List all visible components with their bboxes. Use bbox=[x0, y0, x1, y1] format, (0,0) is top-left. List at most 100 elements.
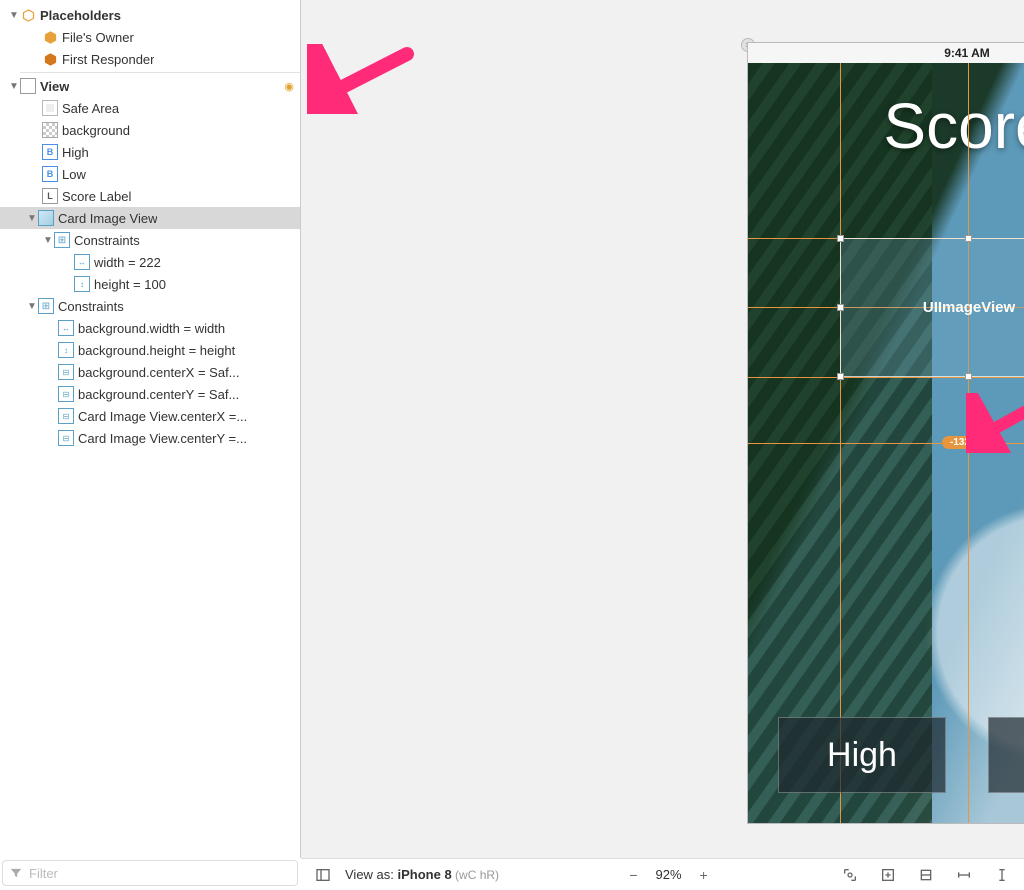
annotation-arrow-icon bbox=[966, 393, 1024, 453]
item-label: background bbox=[62, 123, 130, 138]
resize-handle[interactable] bbox=[837, 235, 844, 242]
disclosure-triangle-icon[interactable]: ▼ bbox=[8, 10, 20, 21]
files-owner-item[interactable]: File's Owner bbox=[0, 26, 300, 48]
canvas-area[interactable]: × 9:41 AM Score bbox=[301, 0, 1024, 858]
placeholders-label: Placeholders bbox=[40, 8, 121, 23]
warning-badge-icon[interactable]: ◉ bbox=[284, 80, 294, 93]
constraint-item[interactable]: ⊟ background.centerY = Saf... bbox=[0, 383, 300, 405]
disclosure-triangle-icon[interactable]: ▼ bbox=[42, 235, 54, 246]
cube-icon bbox=[42, 29, 58, 45]
imageview-icon bbox=[38, 210, 54, 226]
alignment-guide bbox=[748, 377, 1024, 378]
filter-icon bbox=[9, 866, 23, 880]
constraint-item[interactable]: ⊟ Card Image View.centerX =... bbox=[0, 405, 300, 427]
low-button-item[interactable]: B Low bbox=[0, 163, 300, 185]
placeholders-heading[interactable]: ▼ Placeholders bbox=[0, 4, 300, 26]
button-icon: B bbox=[42, 166, 58, 182]
constraints-icon: ⊞ bbox=[54, 232, 70, 248]
item-label: Card Image View.centerX =... bbox=[78, 409, 247, 424]
constraint-item[interactable]: ↔ background.width = width bbox=[0, 317, 300, 339]
align-icon[interactable] bbox=[914, 865, 938, 885]
outline-filter-bar[interactable] bbox=[2, 860, 298, 886]
item-label: height = 100 bbox=[94, 277, 166, 292]
item-label: background.centerY = Saf... bbox=[78, 387, 239, 402]
label-icon: L bbox=[42, 188, 58, 204]
high-button-item[interactable]: B High bbox=[0, 141, 300, 163]
resize-handle[interactable] bbox=[837, 304, 844, 311]
item-label: File's Owner bbox=[62, 30, 134, 45]
imageview-icon bbox=[42, 122, 58, 138]
first-responder-item[interactable]: First Responder bbox=[0, 48, 300, 70]
zoom-percentage[interactable]: 92% bbox=[656, 867, 682, 882]
document-outline-sidebar: ▼ Placeholders File's Owner First Respon… bbox=[0, 0, 301, 858]
constraint-item[interactable]: ⊟ background.centerX = Saf... bbox=[0, 361, 300, 383]
resolve-issues-icon[interactable] bbox=[990, 865, 1014, 885]
card-image-view[interactable]: UIImageView bbox=[840, 238, 1024, 377]
item-label: Constraints bbox=[58, 299, 124, 314]
safe-area-icon bbox=[42, 100, 58, 116]
constraint-item[interactable]: ⊟ Card Image View.centerY =... bbox=[0, 427, 300, 449]
item-label: Low bbox=[62, 167, 86, 182]
zoom-in-button[interactable]: + bbox=[696, 865, 712, 885]
view-as-sizeclass: (wC hR) bbox=[452, 868, 499, 882]
item-label: Card Image View bbox=[58, 211, 157, 226]
phone-canvas[interactable]: 9:41 AM Score UIImageView bbox=[747, 42, 1024, 824]
item-label: Score Label bbox=[62, 189, 131, 204]
disclosure-triangle-icon[interactable]: ▼ bbox=[26, 213, 38, 224]
cube-icon bbox=[42, 51, 58, 67]
card-constraints-group[interactable]: ▼ ⊞ Constraints bbox=[0, 229, 300, 251]
view-root-item[interactable]: ▼ View ◉ bbox=[0, 75, 300, 97]
resize-handle[interactable] bbox=[965, 373, 972, 380]
constraint-height-icon: ↕ bbox=[58, 342, 74, 358]
canvas-tools bbox=[838, 865, 1014, 885]
high-button[interactable]: High bbox=[778, 717, 946, 793]
constraint-height-item[interactable]: ↕ height = 100 bbox=[0, 273, 300, 295]
item-label: Constraints bbox=[74, 233, 140, 248]
resize-handle[interactable] bbox=[837, 373, 844, 380]
constraint-item[interactable]: ↕ background.height = height bbox=[0, 339, 300, 361]
divider bbox=[20, 72, 300, 73]
constraints-icon: ⊞ bbox=[38, 298, 54, 314]
item-label: Card Image View.centerY =... bbox=[78, 431, 247, 446]
zoom-out-button[interactable]: − bbox=[625, 865, 641, 885]
score-label-item[interactable]: L Score Label bbox=[0, 185, 300, 207]
constraint-width-icon: ↔ bbox=[58, 320, 74, 336]
disclosure-triangle-icon[interactable]: ▼ bbox=[26, 301, 38, 312]
item-label: Safe Area bbox=[62, 101, 119, 116]
constraint-centerx-icon: ⊟ bbox=[58, 408, 74, 424]
score-label: Score bbox=[748, 89, 1024, 163]
update-frames-icon[interactable] bbox=[838, 865, 862, 885]
button-label: High bbox=[827, 736, 897, 775]
view-as-prefix: View as: bbox=[345, 867, 398, 882]
constraint-width-item[interactable]: ↔ width = 222 bbox=[0, 251, 300, 273]
constraint-centerx-icon: ⊟ bbox=[58, 364, 74, 380]
zoom-controls: − 92% + bbox=[625, 865, 711, 885]
item-label: View bbox=[40, 79, 69, 94]
root-constraints-group[interactable]: ▼ ⊞ Constraints bbox=[0, 295, 300, 317]
canvas-bottom-toolbar: View as: iPhone 8 (wC hR) − 92% + bbox=[301, 858, 1024, 890]
item-label: width = 222 bbox=[94, 255, 161, 270]
status-bar: 9:41 AM bbox=[748, 43, 1024, 63]
phone-content: Score UIImageView bbox=[748, 63, 1024, 823]
resize-handle[interactable] bbox=[965, 235, 972, 242]
filter-input[interactable] bbox=[29, 866, 291, 881]
item-label: background.width = width bbox=[78, 321, 225, 336]
embed-in-icon[interactable] bbox=[876, 865, 900, 885]
constraint-width-icon: ↔ bbox=[74, 254, 90, 270]
item-label: High bbox=[62, 145, 89, 160]
background-item[interactable]: background bbox=[0, 119, 300, 141]
uiimageview-placeholder-label: UIImageView bbox=[923, 299, 1015, 316]
item-label: First Responder bbox=[62, 52, 154, 67]
safe-area-item[interactable]: Safe Area bbox=[0, 97, 300, 119]
add-constraints-icon[interactable] bbox=[952, 865, 976, 885]
view-as-button[interactable]: View as: iPhone 8 (wC hR) bbox=[345, 867, 499, 882]
disclosure-triangle-icon[interactable]: ▼ bbox=[8, 81, 20, 92]
view-as-device: iPhone 8 bbox=[398, 867, 452, 882]
constraint-centery-icon: ⊟ bbox=[58, 386, 74, 402]
toggle-outline-icon[interactable] bbox=[311, 865, 335, 885]
constraint-centery-icon: ⊟ bbox=[58, 430, 74, 446]
card-image-view-item[interactable]: ▼ Card Image View bbox=[0, 207, 300, 229]
low-button[interactable]: Low bbox=[988, 717, 1024, 793]
view-icon bbox=[20, 78, 36, 94]
item-label: background.centerX = Saf... bbox=[78, 365, 240, 380]
